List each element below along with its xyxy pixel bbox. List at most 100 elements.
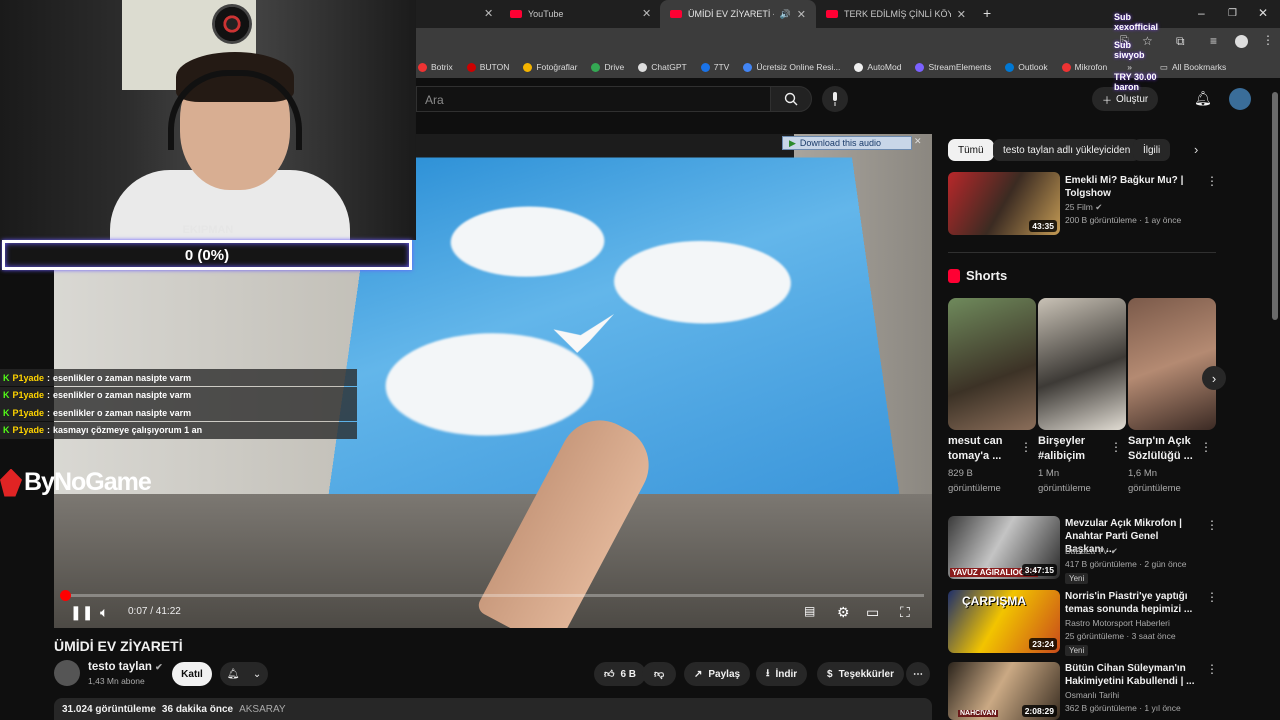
channel-avatar[interactable] bbox=[54, 660, 80, 686]
more-vertical-icon[interactable]: ⋮ bbox=[1110, 440, 1122, 454]
bookmark-item[interactable]: AutoMod bbox=[854, 62, 901, 72]
more-vertical-icon[interactable]: ⋮ bbox=[1206, 174, 1218, 188]
related-channel[interactable]: Rastro Motorsport Haberleri bbox=[1065, 617, 1170, 630]
webcam-overlay bbox=[0, 0, 416, 240]
related-thumbnail[interactable]: NAHCIVAN 2:08:29 bbox=[948, 662, 1060, 720]
new-tab-icon[interactable]: + bbox=[983, 5, 991, 21]
tab-close-icon[interactable]: ✕ bbox=[484, 7, 493, 20]
search-input[interactable]: Ara bbox=[416, 86, 770, 112]
tab-current-video[interactable]: ÜMİDİ EV ZİYARETİ - YouTu 🔊 ✕ bbox=[660, 0, 816, 28]
location-tag[interactable]: AKSARAY bbox=[239, 704, 286, 715]
verified-badge-icon: ✔ bbox=[1095, 202, 1103, 212]
chips-next-chevron-icon[interactable]: › bbox=[1194, 142, 1198, 157]
short-thumbnail[interactable] bbox=[1038, 298, 1126, 430]
related-channel-text: 25 Film bbox=[1065, 202, 1093, 212]
profile-avatar-icon[interactable] bbox=[1235, 35, 1248, 48]
related-thumbnail[interactable]: 43:35 bbox=[948, 172, 1060, 235]
like-button[interactable]: 👍︎ 6 B bbox=[594, 662, 647, 686]
voice-search-button[interactable] bbox=[822, 86, 848, 112]
account-avatar[interactable] bbox=[1229, 88, 1251, 110]
related-title[interactable]: Emekli Mi? Bağkur Mu? | Tolgshow bbox=[1065, 174, 1195, 200]
tab-close-icon[interactable]: ✕ bbox=[642, 7, 651, 20]
bookmark-item[interactable]: Ücretsiz Online Resi... bbox=[743, 62, 840, 72]
thanks-label: Teşekkürler bbox=[838, 668, 894, 680]
dislike-button[interactable]: 👎︎ bbox=[642, 662, 677, 686]
browser-menu-icon[interactable]: ⋮ bbox=[1262, 33, 1274, 47]
media-controls-icon[interactable]: ≡ bbox=[1210, 34, 1217, 48]
share-button[interactable]: ↗ Paylaş bbox=[684, 662, 751, 686]
thumbnail-caption: ÇARPIŞMA bbox=[962, 594, 1027, 608]
time-display: 0:07 / 41:22 bbox=[128, 606, 181, 617]
related-channel[interactable]: BaBaLa TV ✔ bbox=[1065, 545, 1118, 558]
short-title[interactable]: Birşeyler #alibiçim bbox=[1038, 434, 1110, 464]
more-vertical-icon[interactable]: ⋮ bbox=[1206, 662, 1218, 676]
related-title[interactable]: Norris'in Piastri'ye yaptığı temas sonun… bbox=[1065, 590, 1195, 616]
more-vertical-icon[interactable]: ⋮ bbox=[1020, 440, 1032, 454]
bookmark-item[interactable]: Botrix bbox=[418, 62, 453, 72]
progress-bar[interactable] bbox=[62, 594, 924, 597]
short-title[interactable]: mesut can tomay'a ... bbox=[948, 434, 1020, 464]
extensions-icon[interactable]: ⧉ bbox=[1176, 34, 1185, 49]
bookmark-item[interactable]: Fotoğraflar bbox=[523, 62, 577, 72]
subtitles-icon[interactable]: ▤ bbox=[804, 604, 815, 618]
pause-icon[interactable]: ❚❚ bbox=[70, 604, 93, 621]
tab-close-icon[interactable]: ✕ bbox=[797, 8, 806, 21]
bookmark-item[interactable]: ChatGPT bbox=[638, 62, 687, 72]
audio-playing-icon[interactable]: 🔊 bbox=[780, 9, 791, 20]
share-label: Paylaş bbox=[708, 668, 741, 680]
fullscreen-icon[interactable]: ⛶ bbox=[900, 604, 910, 621]
search-button[interactable] bbox=[770, 86, 812, 112]
bookmark-item[interactable]: BUTON bbox=[466, 62, 509, 72]
tab-other-video[interactable]: TERK EDİLMİŞ ÇİNLİ KÖYDE BİR ✕ bbox=[816, 0, 976, 28]
channel-name[interactable]: testo taylan ✔ bbox=[88, 661, 163, 673]
related-thumbnail[interactable]: ÇARPIŞMA 23:24 bbox=[948, 590, 1060, 653]
bookmark-label: Botrix bbox=[431, 62, 453, 72]
notifications-bell-icon[interactable]: 🔔︎ bbox=[1194, 90, 1212, 107]
thanks-button[interactable]: $ Teşekkürler bbox=[817, 662, 904, 686]
chat-username: P1yade bbox=[12, 407, 45, 418]
chip-related[interactable]: İlgili bbox=[1133, 139, 1171, 161]
related-thumbnail[interactable]: YAVUZ AĞIRALIOĞLU 3:47:15 bbox=[948, 516, 1060, 579]
more-actions-button[interactable]: ⋯ bbox=[906, 662, 930, 686]
maximize-icon[interactable]: ❐ bbox=[1228, 8, 1237, 19]
theater-mode-icon[interactable]: ▭ bbox=[866, 604, 879, 621]
chip-from-uploader[interactable]: testo taylan adlı yükleyiciden bbox=[993, 139, 1141, 161]
bookmark-item[interactable]: 7TV bbox=[700, 62, 729, 72]
related-channel[interactable]: 25 Film ✔ bbox=[1065, 201, 1102, 214]
all-bookmarks[interactable]: ▭ All Bookmarks bbox=[1160, 62, 1226, 73]
related-channel[interactable]: Osmanlı Tarihi bbox=[1065, 689, 1119, 702]
description-box[interactable]: 31.024 görüntüleme 36 dakika önce AKSARA… bbox=[54, 698, 932, 720]
subscription-bell-button[interactable]: 🔔︎ ⌄ bbox=[220, 662, 268, 686]
bookmark-label: Fotoğraflar bbox=[536, 62, 578, 72]
short-thumbnail[interactable] bbox=[948, 298, 1036, 430]
progress-scrubber[interactable] bbox=[60, 590, 71, 601]
short-title[interactable]: Sarp'ın Açık Sözlülüğü ... bbox=[1128, 434, 1200, 464]
page-scrollbar[interactable] bbox=[1272, 92, 1278, 320]
tab-label: YouTube bbox=[528, 9, 564, 19]
short-thumbnail[interactable] bbox=[1128, 298, 1216, 430]
download-audio-button[interactable]: ▶ Download this audio bbox=[782, 136, 912, 150]
bookmark-item[interactable]: Mikrofon bbox=[1061, 62, 1107, 72]
join-button[interactable]: Katıl bbox=[172, 662, 212, 686]
bookmark-item[interactable]: Drive bbox=[591, 62, 624, 72]
youtube-favicon-icon bbox=[510, 10, 522, 18]
chip-all[interactable]: Tümü bbox=[948, 139, 994, 161]
settings-gear-icon[interactable]: ⚙ bbox=[837, 604, 850, 621]
download-audio-close-icon[interactable]: ✕ bbox=[914, 136, 922, 147]
dartboard bbox=[212, 4, 252, 44]
shorts-next-chevron-icon[interactable]: › bbox=[1202, 366, 1226, 390]
bookmark-item[interactable]: Outlook bbox=[1005, 62, 1048, 72]
shorts-heading: Shorts bbox=[948, 268, 1007, 283]
download-button[interactable]: ⭳ İndir bbox=[756, 662, 808, 686]
minimize-icon[interactable]: – bbox=[1198, 6, 1205, 20]
tab-close-icon[interactable]: ✕ bbox=[957, 8, 966, 21]
close-window-icon[interactable]: ✕ bbox=[1258, 6, 1268, 20]
more-vertical-icon[interactable]: ⋮ bbox=[1200, 440, 1212, 454]
related-title[interactable]: Bütün Cihan Süleyman'ın Hakimiyetini Kab… bbox=[1065, 662, 1195, 688]
volume-icon[interactable]: 🔈︎ bbox=[100, 604, 108, 621]
more-vertical-icon[interactable]: ⋮ bbox=[1206, 518, 1218, 532]
related-meta: 200 B görüntüleme · 1 ay önce bbox=[1065, 215, 1182, 225]
bookmark-item[interactable]: StreamElements bbox=[915, 62, 991, 72]
tab-youtube[interactable]: YouTube bbox=[500, 0, 660, 28]
more-vertical-icon[interactable]: ⋮ bbox=[1206, 590, 1218, 604]
